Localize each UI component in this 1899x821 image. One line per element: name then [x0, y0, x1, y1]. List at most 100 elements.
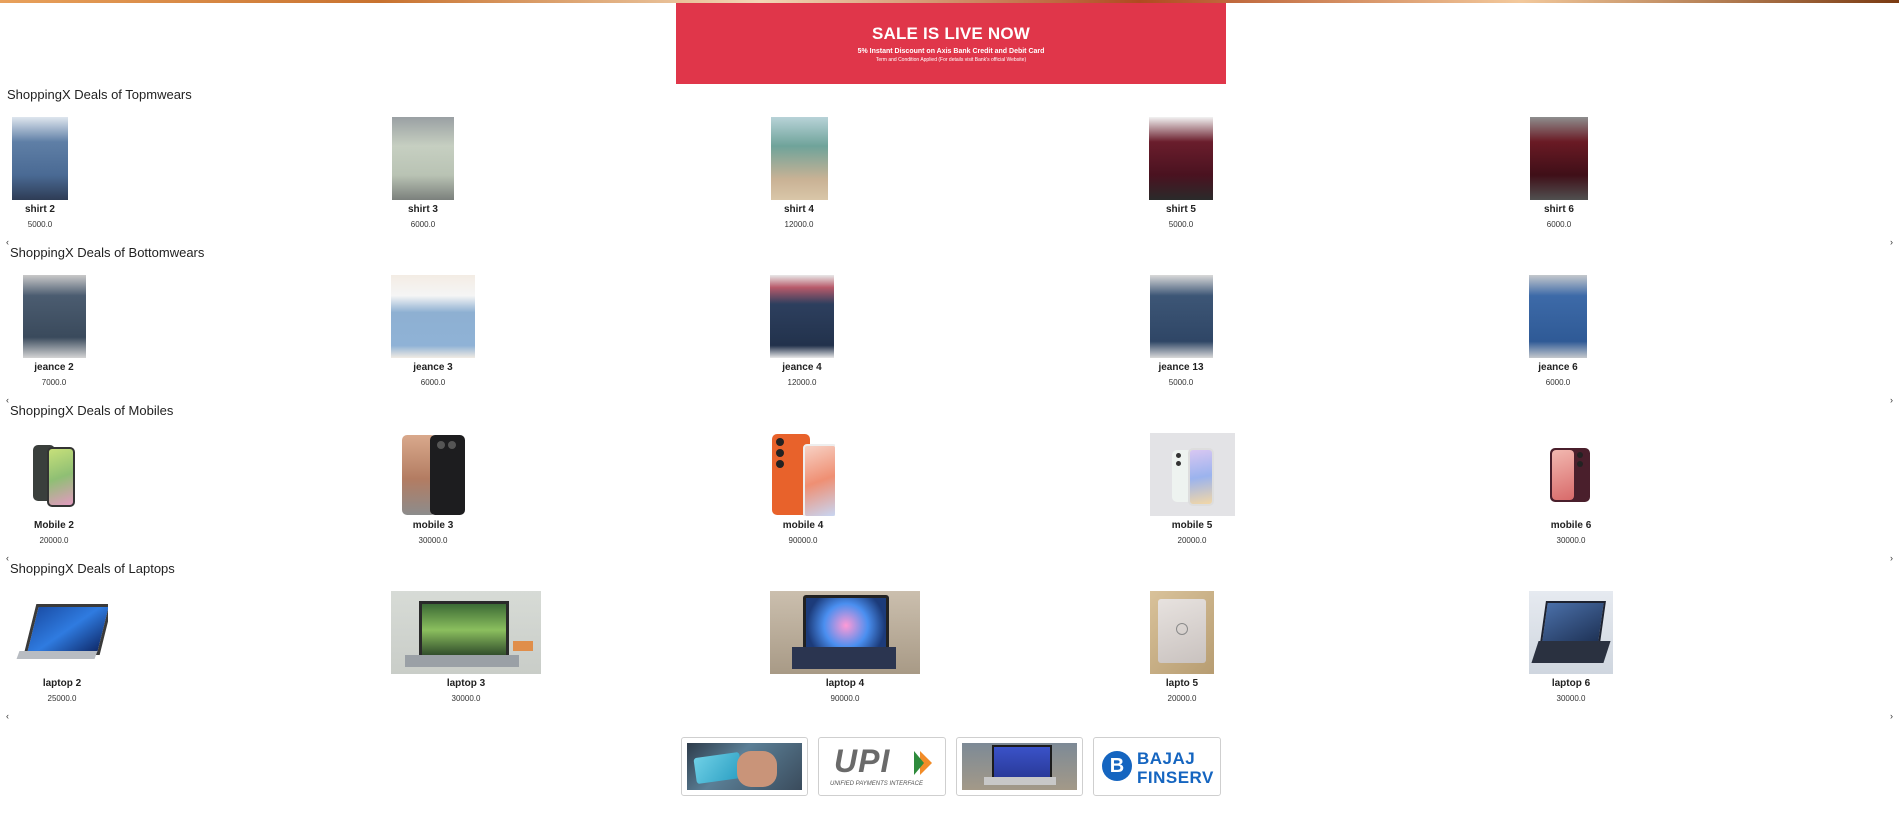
product-image-jeans[interactable]: [1529, 275, 1587, 358]
product-card[interactable]: mobile 6 30000.0: [1540, 433, 1602, 545]
carousel-next-button[interactable]: ›: [1890, 554, 1893, 563]
product-price: 30000.0: [1556, 694, 1586, 703]
product-name[interactable]: mobile 4: [770, 520, 836, 531]
product-price: 6000.0: [420, 378, 446, 387]
product-image-mobile[interactable]: [771, 433, 835, 516]
product-card[interactable]: shirt 4 12000.0: [768, 117, 830, 229]
product-price: 20000.0: [1177, 536, 1207, 545]
carousel-prev-button[interactable]: ‹: [6, 554, 9, 563]
product-name[interactable]: laptop 2: [16, 678, 108, 689]
product-card[interactable]: lapto 5 20000.0: [1149, 591, 1215, 703]
product-card[interactable]: shirt 6 6000.0: [1528, 117, 1590, 229]
payment-upi-option[interactable]: UPI UNIFIED PAYMENTS INTERFACE: [818, 737, 946, 796]
product-price: 30000.0: [451, 694, 481, 703]
carousel-prev-button[interactable]: ‹: [6, 712, 9, 721]
product-price: 5000.0: [1168, 220, 1194, 229]
product-price: 30000.0: [418, 536, 448, 545]
product-image-jeans[interactable]: [391, 275, 475, 358]
product-name[interactable]: jeance 13: [1149, 362, 1213, 373]
section-title: ShoppingX Deals of Laptops: [10, 561, 175, 576]
product-name[interactable]: shirt 4: [768, 204, 830, 215]
product-name[interactable]: lapto 5: [1149, 678, 1215, 689]
product-image-jeans[interactable]: [1149, 275, 1213, 358]
product-name[interactable]: laptop 3: [391, 678, 541, 689]
product-name[interactable]: shirt 6: [1528, 204, 1590, 215]
carousel-prev-button[interactable]: ‹: [6, 238, 9, 247]
carousel-next-button[interactable]: ›: [1890, 396, 1893, 405]
product-name[interactable]: jeance 4: [770, 362, 834, 373]
product-name[interactable]: jeance 6: [1528, 362, 1588, 373]
product-name[interactable]: laptop 4: [770, 678, 920, 689]
product-card[interactable]: shirt 2 5000.0: [10, 117, 70, 229]
product-name[interactable]: shirt 3: [390, 204, 456, 215]
product-name[interactable]: Mobile 2: [24, 520, 84, 531]
product-card[interactable]: mobile 3 30000.0: [399, 433, 467, 545]
product-image-laptop[interactable]: [1150, 591, 1214, 674]
payment-netbanking-option[interactable]: [956, 737, 1083, 796]
product-image-shirt[interactable]: [392, 117, 454, 200]
credit-card-image: [687, 743, 802, 790]
product-card[interactable]: jeance 3 6000.0: [390, 275, 476, 387]
product-image-mobile[interactable]: [24, 433, 84, 516]
product-card[interactable]: jeance 4 12000.0: [770, 275, 834, 387]
sale-banner[interactable]: SALE IS LIVE NOW 5% Instant Discount on …: [676, 3, 1226, 84]
payment-card-option[interactable]: [681, 737, 808, 796]
section-title: ShoppingX Deals of Topmwears: [7, 87, 192, 102]
product-card[interactable]: laptop 3 30000.0: [391, 591, 541, 703]
section-title: ShoppingX Deals of Bottomwears: [10, 245, 205, 260]
product-image-jeans[interactable]: [22, 275, 86, 358]
product-price: 90000.0: [830, 694, 860, 703]
upi-logo-text: UPI: [834, 743, 891, 779]
product-price: 12000.0: [787, 378, 817, 387]
bajaj-finserv-logo: B BAJAJ FINSERV: [1099, 743, 1215, 790]
product-card[interactable]: jeance 6 6000.0: [1528, 275, 1588, 387]
product-price: 20000.0: [1167, 694, 1197, 703]
product-card[interactable]: jeance 13 5000.0: [1149, 275, 1213, 387]
carousel-next-button[interactable]: ›: [1890, 712, 1893, 721]
product-card[interactable]: shirt 5 5000.0: [1148, 117, 1214, 229]
sale-banner-offer: 5% Instant Discount on Axis Bank Credit …: [857, 48, 1045, 55]
upi-logo-subtitle: UNIFIED PAYMENTS INTERFACE: [830, 781, 924, 787]
product-name[interactable]: shirt 5: [1148, 204, 1214, 215]
product-price: 90000.0: [788, 536, 818, 545]
product-card[interactable]: mobile 4 90000.0: [770, 433, 836, 545]
product-image-laptop[interactable]: [1529, 591, 1613, 674]
product-name[interactable]: mobile 3: [399, 520, 467, 531]
bajaj-logo-line1: BAJAJ: [1137, 749, 1196, 768]
product-price: 5000.0: [1168, 378, 1194, 387]
carousel-prev-button[interactable]: ‹: [6, 396, 9, 405]
product-price: 20000.0: [39, 536, 69, 545]
product-card[interactable]: laptop 4 90000.0: [770, 591, 920, 703]
product-name[interactable]: shirt 2: [10, 204, 70, 215]
product-image-shirt[interactable]: [12, 117, 68, 200]
sale-banner-terms: Term and Condition Applied (For details …: [875, 57, 1027, 63]
product-name[interactable]: mobile 6: [1540, 520, 1602, 531]
product-image-shirt[interactable]: [1149, 117, 1213, 200]
product-name[interactable]: mobile 5: [1149, 520, 1235, 531]
product-card[interactable]: shirt 3 6000.0: [390, 117, 456, 229]
product-price: 5000.0: [27, 220, 53, 229]
product-name[interactable]: jeance 3: [390, 362, 476, 373]
product-image-laptop[interactable]: [770, 591, 920, 674]
product-price: 7000.0: [41, 378, 67, 387]
product-image-laptop[interactable]: [16, 591, 108, 674]
bajaj-logo-mark: B: [1102, 751, 1132, 781]
product-image-jeans[interactable]: [770, 275, 834, 358]
product-image-mobile[interactable]: [399, 433, 467, 516]
payment-bajaj-finserv-option[interactable]: B BAJAJ FINSERV: [1093, 737, 1221, 796]
product-card[interactable]: jeance 2 7000.0: [22, 275, 86, 387]
product-image-mobile[interactable]: [1540, 433, 1602, 516]
product-image-laptop[interactable]: [391, 591, 541, 674]
upi-logo: UPI UNIFIED PAYMENTS INTERFACE: [824, 743, 940, 790]
product-card[interactable]: laptop 6 30000.0: [1529, 591, 1613, 703]
product-name[interactable]: jeance 2: [22, 362, 86, 373]
product-card[interactable]: mobile 5 20000.0: [1149, 433, 1235, 545]
product-card[interactable]: laptop 2 25000.0: [16, 591, 108, 703]
product-card[interactable]: Mobile 2 20000.0: [24, 433, 84, 545]
product-image-shirt[interactable]: [1530, 117, 1588, 200]
product-name[interactable]: laptop 6: [1529, 678, 1613, 689]
product-image-shirt[interactable]: [770, 117, 828, 200]
carousel-next-button[interactable]: ›: [1890, 238, 1893, 247]
product-image-mobile[interactable]: [1149, 433, 1235, 516]
product-price: 25000.0: [47, 694, 77, 703]
